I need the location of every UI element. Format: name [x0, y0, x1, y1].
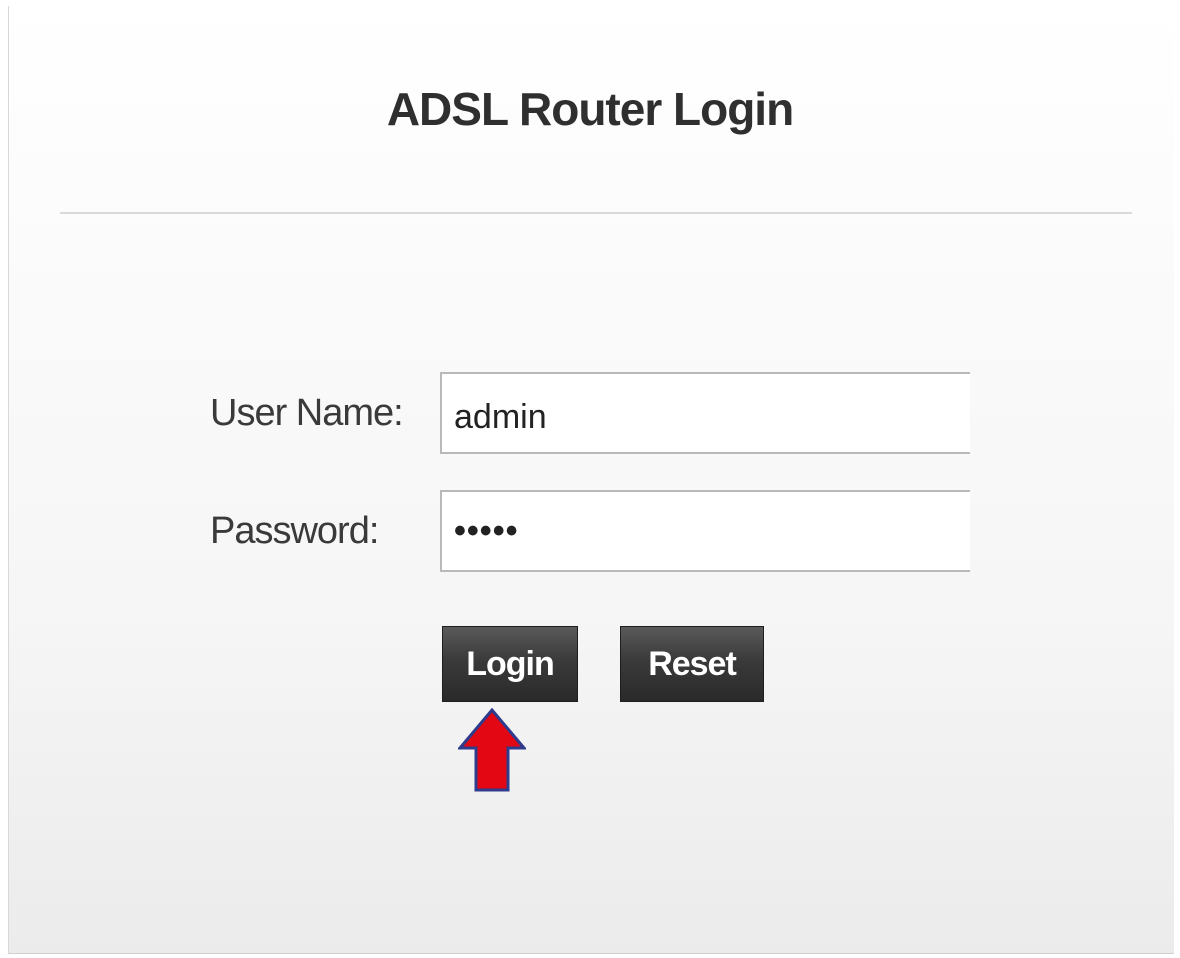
username-input[interactable]: admin	[440, 372, 970, 454]
up-arrow-icon	[458, 708, 526, 792]
username-label: User Name:	[210, 392, 404, 434]
password-input[interactable]: •••••	[440, 490, 970, 572]
login-button[interactable]: Login	[442, 626, 578, 702]
password-label: Password:	[210, 510, 379, 552]
title-divider	[60, 212, 1132, 214]
login-panel	[8, 6, 1174, 954]
reset-button[interactable]: Reset	[620, 626, 764, 702]
page-title: ADSL Router Login	[386, 83, 794, 135]
